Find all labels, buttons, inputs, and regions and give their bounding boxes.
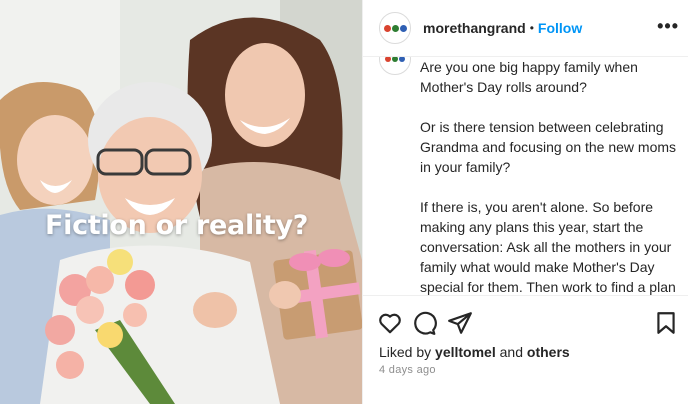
avatar-dot-green <box>392 57 398 62</box>
likes-prefix: Liked by <box>379 344 432 360</box>
post-timestamp[interactable]: 4 days ago <box>379 364 436 376</box>
likes-and: and <box>499 344 523 360</box>
image-overlay-text: Fiction or reality? <box>45 210 309 241</box>
post-side-panel: morethangrand • Follow ••• Are you one b… <box>362 0 688 404</box>
post-image[interactable]: Fiction or reality? <box>0 0 362 404</box>
comment-icon[interactable] <box>411 310 437 336</box>
follow-button[interactable]: Follow <box>538 20 582 36</box>
action-bar <box>363 295 688 343</box>
caption-paragraph: Are you one big happy family when Mother… <box>420 59 638 95</box>
more-options-icon[interactable]: ••• <box>657 16 679 37</box>
separator-dot: • <box>529 21 534 35</box>
avatar-dot-blue <box>399 57 405 62</box>
caption-paragraph: Or is there tension between celebrating … <box>420 119 677 175</box>
share-icon[interactable] <box>447 310 473 336</box>
likes-others-link[interactable]: others <box>527 344 570 360</box>
caption-paragraph: If there is, you aren't alone. So before… <box>420 199 676 295</box>
avatar-dot-red <box>383 24 391 32</box>
avatar-dot-blue <box>399 24 407 32</box>
liker-username-link[interactable]: yelltomel <box>435 344 496 360</box>
username-link[interactable]: morethangrand <box>423 20 526 36</box>
avatar[interactable] <box>379 12 411 44</box>
family-photo-illustration <box>0 0 362 404</box>
caption-text: Are you one big happy family when Mother… <box>420 57 680 295</box>
caption-scroll-area[interactable]: Are you one big happy family when Mother… <box>363 57 688 295</box>
caption-avatar[interactable] <box>379 57 411 75</box>
heart-icon[interactable] <box>377 310 403 336</box>
avatar-dot-red <box>385 57 391 62</box>
post-header: morethangrand • Follow ••• <box>363 0 688 57</box>
instagram-post: Fiction or reality? morethangrand • Foll… <box>0 0 688 404</box>
likes-summary: Liked by yelltomel and others <box>379 344 570 360</box>
avatar-dot-green <box>391 24 399 32</box>
bookmark-icon[interactable] <box>653 310 679 336</box>
